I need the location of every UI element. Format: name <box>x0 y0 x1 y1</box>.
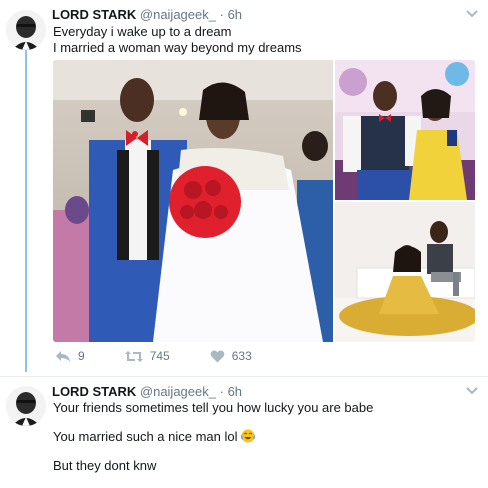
couple-photo-gown[interactable] <box>335 202 475 342</box>
retweet-count: 745 <box>149 349 170 363</box>
thread-connector-line <box>25 50 27 372</box>
avatar[interactable] <box>6 10 46 50</box>
separator-dot: · <box>219 7 224 22</box>
display-name[interactable]: LORD STARK <box>52 384 136 399</box>
reply-button[interactable]: 9 <box>55 349 85 363</box>
display-name[interactable]: LORD STARK <box>52 7 136 22</box>
heart-icon <box>210 350 225 362</box>
user-handle[interactable]: @naijageek_ <box>140 384 216 399</box>
retweet-icon <box>124 350 143 362</box>
couple-photo-seated[interactable] <box>335 60 475 200</box>
timestamp[interactable]: 6h <box>228 384 242 399</box>
reply-count: 9 <box>78 349 85 363</box>
face-with-tears-of-joy-emoji <box>241 429 256 443</box>
separator-dot: · <box>219 384 224 399</box>
chevron-down-icon[interactable] <box>466 383 478 398</box>
tweet-text: Your friends sometimes tell you how luck… <box>53 400 373 474</box>
user-handle[interactable]: @naijageek_ <box>140 7 216 22</box>
timestamp[interactable]: 6h <box>228 7 242 22</box>
tweet-text-line: But they dont knw <box>53 458 157 473</box>
like-count: 633 <box>231 349 252 363</box>
avatar[interactable] <box>6 386 46 426</box>
tweet-actions: 9 745 633 <box>55 349 292 363</box>
tweet-text-line: Your friends sometimes tell you how luck… <box>53 400 374 415</box>
tweet-text-segment: You married such a nice man lol <box>53 429 238 444</box>
tweet-media-grid[interactable] <box>53 60 475 342</box>
tweet-header: LORD STARK @naijageek_ · 6h <box>52 384 242 399</box>
tweet[interactable]: LORD STARK @naijageek_ · 6h Your friends… <box>0 376 488 488</box>
retweet-button[interactable]: 745 <box>124 349 170 363</box>
wedding-photo-main[interactable] <box>53 60 333 342</box>
tweet-text-line: Everyday i wake up to a dream <box>53 24 232 39</box>
tweet-text-line: I married a woman way beyond my dreams <box>53 40 302 55</box>
tweet-text: Everyday i wake up to a dream I married … <box>53 24 302 56</box>
tweet-text-line: You married such a nice man lol <box>53 429 373 445</box>
tweet[interactable]: LORD STARK @naijageek_ · 6h Everyday i w… <box>0 0 488 373</box>
reply-icon <box>56 350 70 362</box>
chevron-down-icon[interactable] <box>466 6 478 21</box>
like-button[interactable]: 633 <box>210 349 252 363</box>
tweet-header: LORD STARK @naijageek_ · 6h <box>52 7 242 22</box>
